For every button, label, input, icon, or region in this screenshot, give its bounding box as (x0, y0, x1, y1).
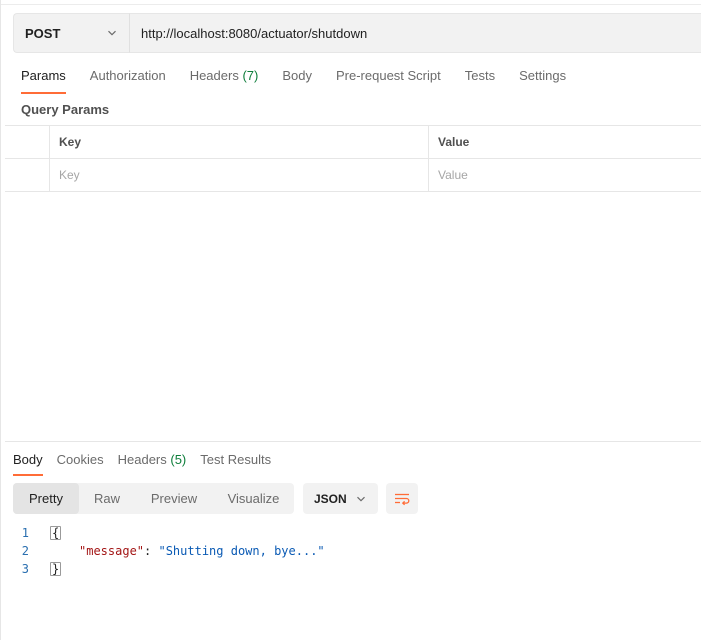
method-label: POST (25, 25, 61, 41)
tab-settings[interactable]: Settings (519, 64, 566, 94)
code-line: 3 } (1, 560, 701, 578)
request-tabs: Params Authorization Headers (7) Body Pr… (1, 64, 590, 94)
code-text: { (49, 526, 62, 540)
tab-label: Settings (519, 68, 567, 83)
response-code-view[interactable]: 1 { 2 "message": "Shutting down, bye..."… (1, 524, 701, 578)
tab-label: Cookies (56, 452, 104, 467)
tab-authorization[interactable]: Authorization (90, 64, 166, 94)
key-input[interactable]: Key (50, 159, 429, 191)
tab-response-body[interactable]: Body (13, 446, 43, 476)
line-number: 2 (21, 544, 29, 558)
json-separator: : (144, 544, 159, 558)
tab-label: Body (282, 68, 312, 83)
tab-label: Body (13, 452, 43, 467)
tab-body[interactable]: Body (282, 64, 312, 94)
value-placeholder: Value (438, 168, 468, 182)
table-row: Key Value (5, 159, 701, 192)
preview-button[interactable]: Preview (135, 483, 213, 514)
tab-response-headers[interactable]: Headers (5) (118, 446, 187, 476)
open-brace: { (50, 526, 62, 540)
url-value: http://localhost:8080/actuator/shutdown (141, 25, 368, 41)
key-placeholder: Key (59, 168, 80, 182)
checkbox-column-header (5, 126, 50, 158)
tab-label: Headers (189, 68, 239, 83)
pretty-button[interactable]: Pretty (13, 483, 79, 514)
pane-divider[interactable] (5, 441, 701, 442)
tab-label: Params (21, 68, 66, 83)
wrap-lines-icon (395, 493, 410, 505)
tab-label: Tests (464, 68, 496, 83)
code-text: } (49, 562, 62, 576)
format-select[interactable]: JSON (303, 483, 378, 514)
table-header-row: Key Value (5, 126, 701, 159)
close-brace: } (50, 562, 62, 576)
tab-test-results[interactable]: Test Results (200, 446, 271, 476)
tab-label: Headers (117, 452, 167, 467)
tab-tests[interactable]: Tests (465, 64, 495, 94)
response-tabs: Body Cookies Headers (5) Test Results (1, 446, 285, 476)
json-key: "message" (79, 544, 145, 558)
line-number: 3 (21, 562, 29, 576)
method-select[interactable]: POST (13, 13, 129, 53)
postman-window: POST http://localhost:8080/actuator/shut… (0, 0, 701, 640)
wrap-lines-button[interactable] (386, 483, 418, 514)
raw-button[interactable]: Raw (79, 483, 135, 514)
line-number: 1 (21, 526, 29, 540)
visualize-button[interactable]: Visualize (213, 483, 294, 514)
tab-label: Test Results (200, 452, 272, 467)
format-label: JSON (314, 491, 347, 506)
tab-label: Authorization (89, 68, 166, 83)
headers-count: (7) (242, 68, 259, 83)
chevron-down-icon (357, 496, 365, 502)
tab-cookies[interactable]: Cookies (57, 446, 104, 476)
url-input[interactable]: http://localhost:8080/actuator/shutdown (129, 13, 701, 53)
query-params-title: Query Params (21, 102, 110, 117)
json-string-value: "Shutting down, bye..." (158, 544, 325, 558)
code-text: "message": "Shutting down, bye..." (49, 544, 325, 558)
row-checkbox-cell (5, 159, 50, 191)
chevron-down-icon (108, 30, 116, 36)
code-line: 1 { (1, 524, 701, 542)
tab-pre-request-script[interactable]: Pre-request Script (336, 64, 441, 94)
value-input[interactable]: Value (429, 159, 701, 191)
query-params-table: Key Value Key Value (5, 125, 701, 192)
value-column-header: Value (438, 135, 470, 149)
key-column-header: Key (50, 126, 429, 158)
code-line: 2 "message": "Shutting down, bye..." (1, 542, 701, 560)
response-headers-count: (5) (170, 452, 187, 467)
tab-params[interactable]: Params (21, 64, 66, 94)
tab-label: Pre-request Script (335, 68, 441, 83)
tab-headers[interactable]: Headers (7) (190, 64, 259, 94)
view-mode-group: Pretty Raw Preview Visualize (13, 483, 294, 514)
request-bar: POST http://localhost:8080/actuator/shut… (13, 13, 701, 53)
top-divider (1, 4, 701, 5)
